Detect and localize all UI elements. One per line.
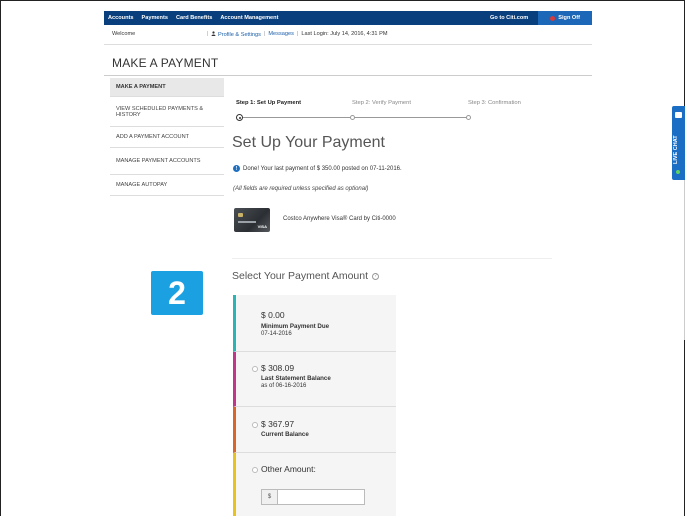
currency-prefix: $ — [262, 490, 278, 504]
option-label: Minimum Payment Due — [261, 323, 330, 330]
header-divider — [104, 44, 592, 45]
option-amount: Other Amount: — [261, 464, 316, 474]
sidebar-item-make-payment[interactable]: MAKE A PAYMENT — [110, 78, 224, 97]
nav-right: Go to Citi.com Sign Off — [480, 11, 592, 25]
live-chat-label: LIVE CHAT — [673, 135, 679, 164]
chat-icon — [675, 112, 682, 118]
profile-link[interactable]: Profile & Settings — [211, 31, 261, 38]
person-icon — [211, 31, 216, 36]
select-amount-label: Select Your Payment Amount — [232, 270, 369, 282]
radio-other-amount[interactable] — [252, 467, 258, 473]
step-3-label: Step 3: Confirmation — [468, 100, 521, 106]
option-subtext: as of 06-16-2016 — [261, 383, 307, 389]
help-icon[interactable]: ? — [372, 272, 380, 280]
option-last-statement[interactable]: $ 308.09 Last Statement Balance as of 06… — [233, 352, 396, 407]
done-message: ! Done! Your last payment of $ 350.00 po… — [233, 165, 402, 172]
top-nav-bar: Accounts Payments Card Benefits Account … — [104, 11, 592, 25]
option-other-amount[interactable]: Other Amount: $ — [233, 453, 396, 516]
card-chip-icon — [238, 213, 243, 217]
payment-options: $ 0.00 Minimum Payment Due 07-14-2016 $ … — [233, 295, 396, 516]
nav-accounts[interactable]: Accounts — [104, 15, 138, 21]
goto-citi-link[interactable]: Go to Citi.com — [480, 15, 538, 21]
other-amount-input[interactable] — [278, 490, 364, 504]
last-login-text: Last Login: July 14, 2016, 4:31 PM — [301, 31, 388, 37]
sidebar-item-add-account[interactable]: ADD A PAYMENT ACCOUNT — [110, 127, 224, 148]
card-number-stripe — [238, 221, 256, 223]
other-amount-field: $ — [261, 489, 365, 505]
step-1-dot — [236, 114, 243, 121]
option-minimum-payment[interactable]: $ 0.00 Minimum Payment Due 07-14-2016 — [233, 295, 396, 352]
setup-title: Set Up Your Payment — [232, 134, 385, 151]
option-amount: $ 308.09 — [261, 363, 295, 373]
step-2-dot — [350, 115, 355, 120]
welcome-text: Welcome — [112, 31, 136, 37]
section-divider — [232, 258, 552, 259]
option-label: Current Balance — [261, 431, 309, 438]
nav-payments[interactable]: Payments — [138, 15, 172, 21]
option-amount: $ 367.97 — [261, 419, 295, 429]
info-icon: ! — [233, 165, 240, 172]
profile-settings-label: Profile & Settings — [218, 32, 261, 38]
nav-card-benefits[interactable]: Card Benefits — [172, 15, 216, 21]
option-current-balance[interactable]: $ 367.97 Current Balance — [233, 407, 396, 453]
step-2-label: Step 2: Verify Payment — [352, 100, 411, 106]
option-amount: $ 0.00 — [261, 310, 285, 320]
done-message-text: Done! Your last payment of $ 350.00 post… — [243, 165, 402, 172]
divider: | — [263, 31, 266, 37]
sign-off-label: Sign Off — [558, 15, 580, 21]
nav-account-management[interactable]: Account Management — [216, 15, 282, 21]
select-amount-title: Select Your Payment Amount ? — [232, 270, 380, 282]
sidebar-item-manage-accounts[interactable]: MANAGE PAYMENT ACCOUNTS — [110, 148, 224, 175]
title-divider — [104, 75, 592, 76]
option-subtext: 07-14-2016 — [261, 331, 292, 337]
welcome-bar: Welcome | Profile & Settings | Messages … — [112, 31, 592, 38]
option-label: Last Statement Balance — [261, 375, 331, 382]
sidebar-item-manage-autopay[interactable]: MANAGE AUTOPAY — [110, 175, 224, 196]
step-number-badge: 2 — [151, 271, 203, 315]
step-1-label: Step 1: Set Up Payment — [236, 100, 302, 106]
step-3-dot — [466, 115, 471, 120]
sidebar: MAKE A PAYMENT VIEW SCHEDULED PAYMENTS &… — [110, 78, 224, 196]
lock-icon — [550, 15, 556, 21]
required-note: (All fields are required unless specifie… — [233, 186, 369, 192]
messages-link[interactable]: Messages — [268, 31, 294, 38]
page-title: MAKE A PAYMENT — [112, 56, 219, 70]
radio-current-balance[interactable] — [252, 422, 258, 428]
card-label: Costco Anywhere Visa® Card by Citi-0000 — [283, 216, 396, 222]
sign-off-button[interactable]: Sign Off — [538, 11, 592, 25]
online-status-icon — [676, 170, 680, 174]
credit-card-image: VISA — [234, 208, 270, 232]
sidebar-item-view-scheduled[interactable]: VIEW SCHEDULED PAYMENTS & HISTORY — [110, 97, 224, 127]
live-chat-tab[interactable]: LIVE CHAT — [672, 106, 685, 180]
card-brand: VISA — [257, 224, 267, 229]
radio-last-statement[interactable] — [252, 366, 258, 372]
divider: | — [296, 31, 299, 37]
divider: | — [207, 31, 209, 37]
